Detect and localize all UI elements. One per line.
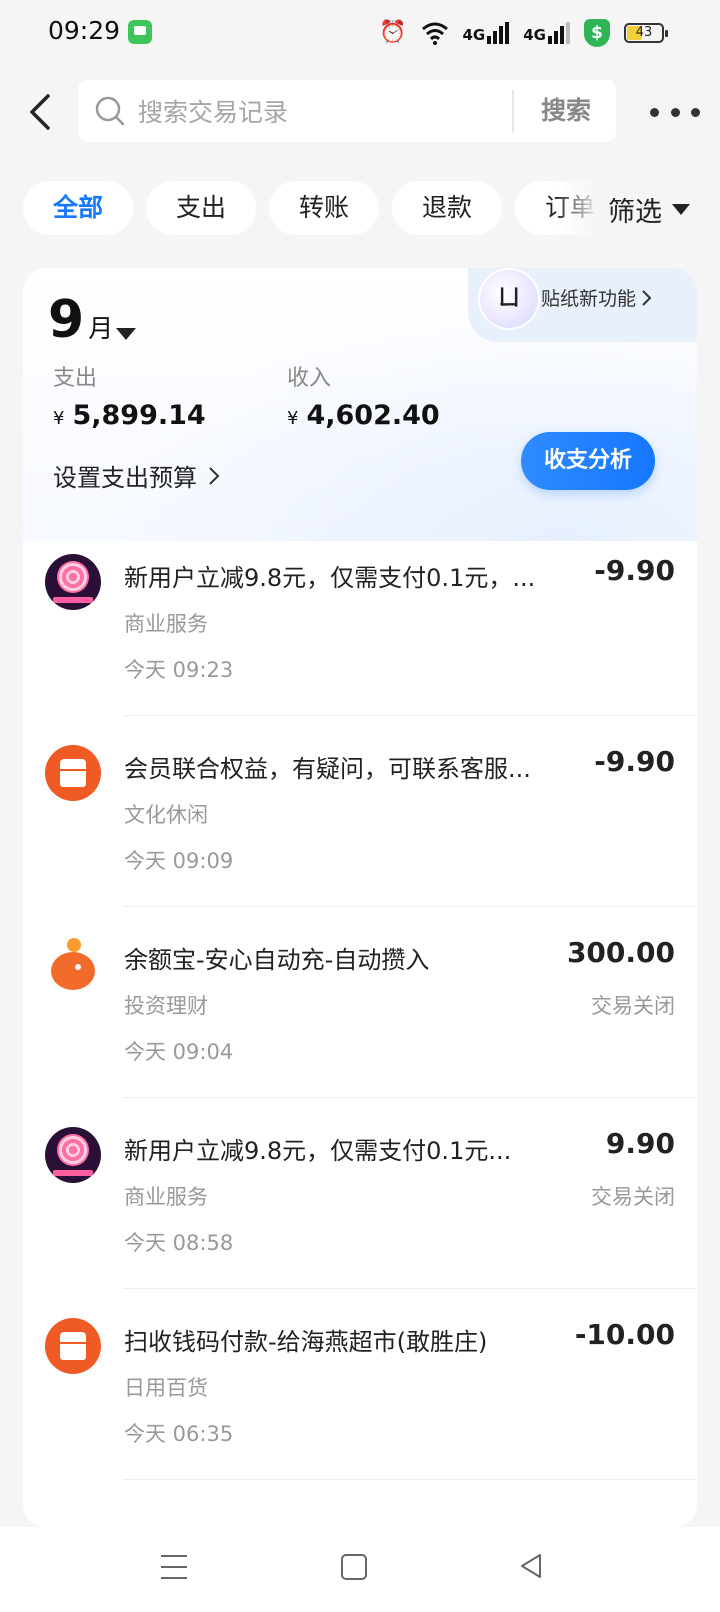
security-shield-icon: $ xyxy=(584,19,610,47)
chips-fade xyxy=(555,181,600,237)
expense-stat: 支出 ¥5,899.14 xyxy=(53,360,206,431)
month-number: 9 xyxy=(48,290,85,350)
search-button[interactable]: 搜索 xyxy=(516,80,616,142)
set-budget-link[interactable]: 设置支出预算 xyxy=(53,458,221,493)
search-icon xyxy=(95,96,125,126)
home-button[interactable] xyxy=(341,1554,367,1580)
system-navigation-bar xyxy=(0,1527,720,1612)
transaction-title: 新用户立减9.8元，仅需支付0.1元，... xyxy=(124,564,536,592)
transaction-row[interactable]: 余额宝-安心自动充-自动攒入 投资理财 今天 09:04 300.00 交易关闭 xyxy=(23,908,697,1098)
transaction-category: 商业服务 xyxy=(124,1185,208,1209)
divider xyxy=(123,1097,697,1098)
filter-button[interactable]: 筛选 xyxy=(608,185,690,233)
status-time: 09:29 xyxy=(48,16,121,45)
chevron-right-icon xyxy=(209,466,220,485)
budget-label: 设置支出预算 xyxy=(53,464,197,492)
signal-icon: 4G xyxy=(463,22,510,44)
shop-icon xyxy=(45,1318,101,1374)
chip-transfer[interactable]: 转账 xyxy=(269,181,379,235)
transaction-status: 交易关闭 xyxy=(591,1185,675,1209)
expense-label: 支出 xyxy=(53,366,98,391)
transaction-time: 今天 08:58 xyxy=(124,1231,234,1255)
lollipop-app-icon xyxy=(45,554,101,610)
shop-icon xyxy=(45,745,101,801)
expense-value: ¥5,899.14 xyxy=(53,400,206,431)
chip-refund[interactable]: 退款 xyxy=(392,181,502,235)
chevron-left-icon xyxy=(30,94,50,130)
transaction-row[interactable]: 会员联合权益，有疑问，可联系客服... 文化休闲 今天 09:09 -9.90 xyxy=(23,717,697,907)
chip-all[interactable]: 全部 xyxy=(23,181,133,235)
transaction-row[interactable]: 新用户立减9.8元，仅需支付0.1元... 商业服务 今天 08:58 9.90… xyxy=(23,1099,697,1289)
month-unit: 月 xyxy=(88,314,114,343)
income-expense-analysis-button[interactable]: 收支分析 xyxy=(521,432,655,490)
status-bar: 09:29 ⏰ 4G 4G $ 43 xyxy=(0,0,720,66)
sticker-avatar-icon[interactable]: ㄩ xyxy=(478,268,540,330)
transaction-category: 投资理财 xyxy=(124,994,208,1018)
alarm-icon: ⏰ xyxy=(379,20,407,45)
wifi-icon xyxy=(421,22,448,45)
yuebao-whale-icon xyxy=(45,936,101,992)
filter-chips: 全部 支出 转账 退款 订单 xyxy=(0,181,600,237)
lollipop-app-icon xyxy=(45,1127,101,1183)
battery-level: 43 xyxy=(635,25,653,40)
filter-label: 筛选 xyxy=(608,196,662,228)
chip-expense[interactable]: 支出 xyxy=(146,181,256,235)
sticker-feature-link[interactable]: 贴纸新功能 xyxy=(541,284,652,311)
transaction-time: 今天 06:35 xyxy=(124,1422,234,1446)
transaction-row[interactable]: 新用户立减9.8元，仅需支付0.1元，... 商业服务 今天 09:23 -9.… xyxy=(23,526,697,716)
transaction-amount: -9.90 xyxy=(594,745,675,778)
transaction-title: 会员联合权益，有疑问，可联系客服... xyxy=(124,755,531,783)
transaction-title: 扫收钱码付款-给海燕超市(敢胜庄) xyxy=(124,1328,488,1356)
transaction-title: 新用户立减9.8元，仅需支付0.1元... xyxy=(124,1137,512,1165)
more-options-button[interactable] xyxy=(650,92,700,132)
search-input[interactable] xyxy=(136,80,520,144)
income-label: 收入 xyxy=(287,366,332,391)
transaction-category: 文化休闲 xyxy=(124,803,208,827)
divider xyxy=(123,1479,697,1480)
recent-apps-button[interactable] xyxy=(161,1555,187,1579)
month-selector[interactable]: 9 月 xyxy=(48,290,113,350)
signal-icon-2: 4G xyxy=(523,22,570,44)
message-app-icon xyxy=(128,20,152,44)
transaction-amount: 9.90 xyxy=(605,1127,675,1160)
transaction-title: 余额宝-安心自动充-自动攒入 xyxy=(124,946,430,974)
divider xyxy=(123,906,697,907)
transaction-category: 日用百货 xyxy=(124,1376,208,1400)
search-divider xyxy=(512,90,514,132)
status-icons: ⏰ 4G 4G $ 43 xyxy=(379,16,668,50)
transaction-amount: -10.00 xyxy=(574,1318,675,1351)
transaction-time: 今天 09:04 xyxy=(124,1040,234,1064)
back-button[interactable] xyxy=(22,88,62,136)
back-triangle-icon[interactable] xyxy=(516,1551,546,1581)
transaction-category: 商业服务 xyxy=(124,612,208,636)
caret-down-icon[interactable] xyxy=(116,328,136,340)
transaction-time: 今天 09:23 xyxy=(124,658,234,682)
transaction-row[interactable]: 扫收钱码付款-给海燕超市(敢胜庄) 日用百货 今天 06:35 -10.00 xyxy=(23,1290,697,1480)
transaction-status: 交易关闭 xyxy=(591,994,675,1018)
income-stat: 收入 ¥4,602.40 xyxy=(287,360,440,431)
chevron-right-icon xyxy=(642,289,652,306)
transaction-amount: -9.90 xyxy=(594,554,675,587)
transactions-card: ㄩ 贴纸新功能 9 月 支出 ¥5,899.14 收入 ¥4,602.40 设置… xyxy=(23,268,697,1528)
search-bar: 搜索 xyxy=(78,80,616,144)
transaction-amount: 300.00 xyxy=(566,936,675,969)
transaction-time: 今天 09:09 xyxy=(124,849,234,873)
sticker-feature-label: 贴纸新功能 xyxy=(541,288,637,310)
battery-icon: 43 xyxy=(624,23,668,43)
divider xyxy=(123,715,697,716)
caret-down-icon xyxy=(672,203,690,215)
income-value: ¥4,602.40 xyxy=(287,400,440,431)
divider xyxy=(123,1288,697,1289)
